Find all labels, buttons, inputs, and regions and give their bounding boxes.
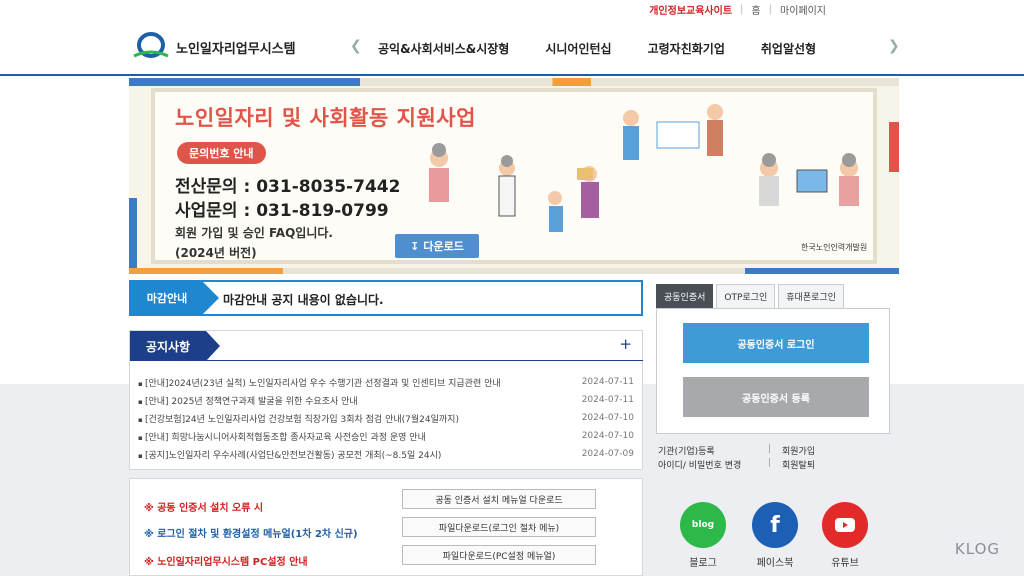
- privacy-education-link[interactable]: 개인정보교육사이트: [649, 2, 732, 17]
- youtube-icon: [822, 502, 868, 548]
- main-banner[interactable]: 노인일자리 및 사회활동 지원사업 문의번호 안내 전산문의 : 031-803…: [129, 78, 899, 274]
- sns-links: blog 블로그 f 페이스북 유튜브: [678, 502, 878, 576]
- install-guide-panel: ※ 공동 인증서 설치 오류 시 ※ 로그인 절차 및 환경설정 메뉴얼(1차 …: [129, 478, 643, 576]
- more-plus-icon[interactable]: +: [619, 335, 632, 353]
- site-logo[interactable]: 노인일자리업무시스템: [132, 32, 296, 62]
- list-item[interactable]: [공지]노인일자리 우수사례(사업단&안전보건활동) 공모전 개최(~8.5일 …: [138, 445, 634, 463]
- facebook-label: 페이스북: [756, 558, 794, 569]
- youtube-label: 유튜브: [831, 558, 859, 569]
- facebook-icon: f: [752, 502, 798, 548]
- it-contact: 전산문의 : 031-8035-7442: [175, 172, 400, 197]
- tab-otp[interactable]: OTP로그인: [716, 284, 776, 308]
- menu-item-public-service[interactable]: 공익&사회서비스&시장형: [378, 40, 509, 57]
- join-link[interactable]: 회원가입: [782, 444, 815, 457]
- notice-list: [안내]2024년(23년 실적) 노인일자리사업 우수 수행기관 선정결과 및…: [138, 373, 634, 463]
- pc-manual-download-button[interactable]: 파일다운로드(PC설정 메뉴얼): [402, 545, 596, 565]
- separator: |: [768, 458, 772, 468]
- banner-decor: [129, 78, 899, 86]
- certificate-login-button[interactable]: 공동인증서 로그인: [683, 323, 869, 363]
- download-icon: ↧: [410, 239, 420, 253]
- divider: [206, 360, 643, 361]
- menu-prev-arrow-icon[interactable]: ❮: [350, 38, 362, 54]
- notice-title[interactable]: [안내] 희망나눔시니어사회적협동조합 종사자교육 사전승인 과정 운영 안내: [138, 430, 426, 443]
- business-contact: 사업문의 : 031-819-0799: [175, 196, 389, 221]
- withdraw-link[interactable]: 회원탈퇴: [782, 458, 815, 471]
- login-manual-label: ※ 로그인 절차 및 환경설정 메뉴얼(1차 2차 신규): [144, 529, 358, 540]
- notice-date: 2024-07-09: [581, 449, 634, 459]
- banner-decor: [129, 268, 899, 274]
- menu-item-senior-intern[interactable]: 시니어인턴십: [545, 40, 611, 57]
- it-contact-number: 031-8035-7442: [256, 177, 401, 197]
- notice-title[interactable]: [안내]2024년(23년 실적) 노인일자리사업 우수 수행기관 선정결과 및…: [138, 376, 501, 389]
- tab-mobile[interactable]: 휴대폰로그인: [778, 284, 844, 308]
- list-item[interactable]: [건강보험]24년 노인일자리사업 건강보험 직장가입 3회차 점검 안내(7월…: [138, 409, 634, 427]
- deadline-tag: 마감안내: [131, 282, 219, 314]
- faq-version: (2024년 버전): [175, 246, 257, 260]
- it-contact-label: 전산문의 :: [175, 177, 257, 197]
- utility-bar: 개인정보교육사이트 | 홈 | 마이페이지: [0, 0, 1024, 18]
- list-item[interactable]: [안내]2024년(23년 실적) 노인일자리사업 우수 수행기관 선정결과 및…: [138, 373, 634, 391]
- business-contact-number: 031-819-0799: [256, 201, 389, 221]
- main-menu: 공익&사회서비스&시장형 시니어인턴십 고령자친화기업 취업알선형: [378, 40, 852, 57]
- logo-text: 노인일자리업무시스템: [176, 41, 296, 57]
- separator: |: [768, 4, 772, 15]
- login-body: 공동인증서 로그인 공동인증서 등록: [656, 308, 890, 434]
- notice-board: 공지사항 + [안내]2024년(23년 실적) 노인일자리사업 우수 수행기관…: [129, 330, 643, 470]
- seniors-illustration-icon: [429, 104, 859, 232]
- separator: |: [740, 4, 744, 15]
- youtube-link[interactable]: 유튜브: [820, 502, 870, 569]
- menu-next-arrow-icon[interactable]: ❯: [888, 38, 900, 54]
- contact-info-pill: 문의번호 안내: [177, 142, 266, 164]
- notice-board-title: 공지사항: [130, 331, 220, 361]
- pc-setting-label: ※ 노인일자리업무시스템 PC설정 안내: [144, 557, 308, 568]
- facebook-link[interactable]: f 페이스북: [750, 502, 800, 569]
- banner-decor: [889, 122, 899, 172]
- notice-date: 2024-07-10: [581, 413, 634, 423]
- org-register-link[interactable]: 기관(기업)등록: [658, 444, 715, 457]
- cert-error-label: ※ 공동 인증서 설치 오류 시: [144, 503, 264, 514]
- deadline-notice-bar: 마감안내 마감안내 공지 내용이 없습니다.: [129, 280, 643, 316]
- notice-title[interactable]: [공지]노인일자리 우수사례(사업단&안전보건활동) 공모전 개최(~8.5일 …: [138, 448, 441, 461]
- notice-date: 2024-07-11: [581, 395, 634, 405]
- notice-title[interactable]: [건강보험]24년 노인일자리사업 건강보험 직장가입 3회차 점검 안내(7월…: [138, 412, 459, 425]
- find-account-link[interactable]: 아이디/ 비밀번호 변경: [658, 458, 741, 471]
- faq-text: 회원 가입 및 승인 FAQ입니다.: [175, 226, 333, 240]
- home-link[interactable]: 홈: [751, 2, 760, 17]
- business-contact-label: 사업문의 :: [175, 201, 257, 221]
- blog-label: 블로그: [689, 558, 717, 569]
- list-item[interactable]: [안내] 2025년 정책연구과제 발굴을 위한 수요조사 안내 2024-07-…: [138, 391, 634, 409]
- blog-link[interactable]: blog 블로그: [678, 502, 728, 569]
- cert-manual-download-button[interactable]: 공동 인증서 설치 메뉴얼 다운로드: [402, 489, 596, 509]
- blog-icon: blog: [680, 502, 726, 548]
- watermark-text: KLOG: [954, 540, 1000, 558]
- login-tabs: 공동인증서 OTP로그인 휴대폰로그인: [656, 284, 890, 308]
- tab-certificate[interactable]: 공동인증서: [656, 284, 714, 308]
- separator: |: [768, 444, 772, 454]
- menu-item-elderly-friendly[interactable]: 고령자친화기업: [648, 40, 725, 57]
- notice-date: 2024-07-11: [581, 377, 634, 387]
- certificate-register-button[interactable]: 공동인증서 등록: [683, 377, 869, 417]
- notice-date: 2024-07-10: [581, 431, 634, 441]
- mypage-link[interactable]: 마이페이지: [780, 2, 826, 17]
- banner-decor: [129, 198, 137, 274]
- login-panel: 공동인증서 OTP로그인 휴대폰로그인 공동인증서 로그인 공동인증서 등록 기…: [656, 284, 890, 476]
- logo-icon: [132, 32, 170, 62]
- list-item[interactable]: [안내] 희망나눔시니어사회적협동조합 종사자교육 사전승인 과정 운영 안내 2…: [138, 427, 634, 445]
- notice-title[interactable]: [안내] 2025년 정책연구과제 발굴을 위한 수요조사 안내: [138, 394, 358, 407]
- main-header: 노인일자리업무시스템 ❮ 공익&사회서비스&시장형 시니어인턴십 고령자친화기업…: [0, 18, 1024, 76]
- organization-logo-text: 한국노인인력개발원: [801, 243, 868, 252]
- menu-item-job-placement[interactable]: 취업알선형: [761, 40, 816, 57]
- login-manual-download-button[interactable]: 파일다운로드(로그인 절차 메뉴): [402, 517, 596, 537]
- deadline-message: 마감안내 공지 내용이 없습니다.: [223, 293, 384, 307]
